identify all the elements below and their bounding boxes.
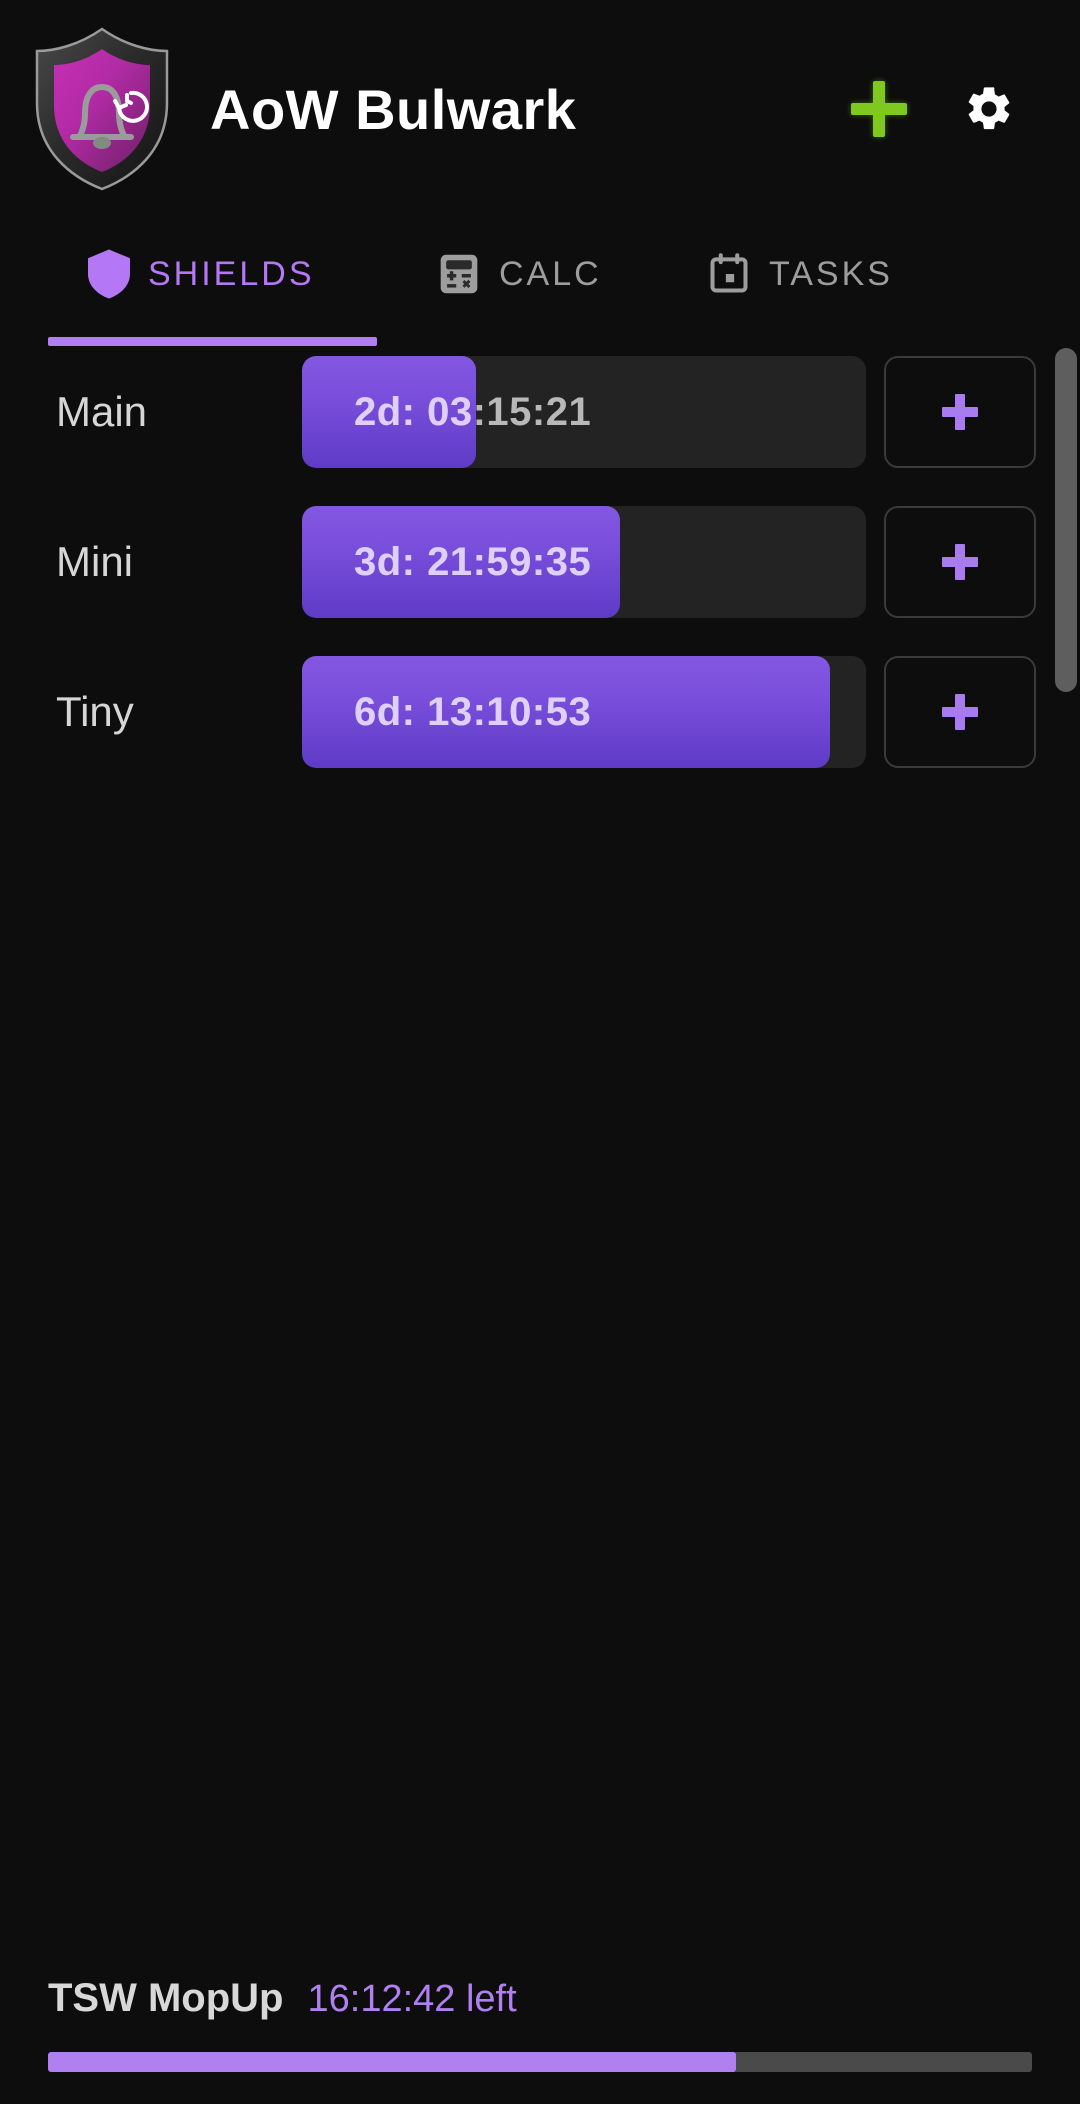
settings-button[interactable] [934, 54, 1044, 164]
tab-tasks-label: TASKS [769, 254, 893, 293]
shield-row-add-button[interactable] [884, 506, 1036, 618]
plus-icon [942, 394, 978, 430]
shield-timer-text-overlay-clip: 3d: 21:59:35 [302, 506, 620, 618]
app-bar: AoW Bulwark [0, 0, 1080, 218]
shield-timer-bar[interactable]: 6d: 13:10:53 6d: 13:10:53 [302, 656, 866, 768]
shield-bell-alarm-logo-icon [35, 27, 169, 191]
tab-shields-label: SHIELDS [148, 254, 315, 293]
calculator-icon [440, 254, 478, 294]
shield-timer-text-overlay-clip: 6d: 13:10:53 [302, 656, 830, 768]
shield-timer-bar[interactable]: 3d: 21:59:35 3d: 21:59:35 [302, 506, 866, 618]
tab-active-underline [48, 337, 377, 346]
shield-timer-text-overlay: 2d: 03:15:21 [354, 389, 476, 434]
shield-list: Main 2d: 03:15:21 2d: 03:15:21 Mini 3d: … [0, 356, 1080, 806]
app-logo [0, 0, 190, 218]
tab-bar: SHIELDS CALC TASKS [0, 218, 1080, 348]
plus-icon [942, 694, 978, 730]
bottom-task-name: TSW MopUp [48, 1976, 284, 2020]
shield-row-add-button[interactable] [884, 656, 1036, 768]
tab-shields[interactable]: SHIELDS [0, 218, 377, 330]
shield-row-label: Main [56, 388, 148, 435]
shield-timer-text-overlay: 3d: 21:59:35 [354, 539, 592, 584]
bottom-task-texts: TSW MopUp 16:12:42 left [48, 1976, 517, 2021]
bottom-task-bar[interactable]: TSW MopUp 16:12:42 left [0, 1954, 1080, 2104]
tab-calc[interactable]: CALC [377, 218, 647, 330]
tab-tasks[interactable]: TASKS [647, 218, 947, 330]
shield-row: Mini 3d: 21:59:35 3d: 21:59:35 [0, 506, 1080, 618]
tab-calc-label: CALC [499, 254, 602, 293]
shield-icon [88, 249, 130, 299]
shield-row-label: Mini [56, 538, 134, 585]
bottom-task-progress-track [48, 2052, 1032, 2072]
bottom-task-progress-fill [48, 2052, 736, 2072]
plus-icon [851, 81, 907, 137]
calendar-icon [710, 253, 748, 293]
shield-timer-bar[interactable]: 2d: 03:15:21 2d: 03:15:21 [302, 356, 866, 468]
shield-row-add-button[interactable] [884, 356, 1036, 468]
shield-row: Tiny 6d: 13:10:53 6d: 13:10:53 [0, 656, 1080, 768]
shield-timer-text-overlay: 6d: 13:10:53 [354, 689, 592, 734]
plus-icon [942, 544, 978, 580]
vertical-scrollbar[interactable] [1055, 348, 1077, 692]
shield-row-label: Tiny [56, 688, 134, 735]
shield-row: Main 2d: 03:15:21 2d: 03:15:21 [0, 356, 1080, 468]
gear-icon [968, 87, 1010, 130]
bottom-task-time-left: 16:12:42 left [307, 1978, 517, 2020]
app-screen: AoW Bulwark SHIELDS CALC TASKS Main 2d: … [0, 0, 1080, 2104]
add-shield-button[interactable] [824, 54, 934, 164]
shield-timer-text-overlay-clip: 2d: 03:15:21 [302, 356, 476, 468]
app-title: AoW Bulwark [210, 77, 577, 141]
